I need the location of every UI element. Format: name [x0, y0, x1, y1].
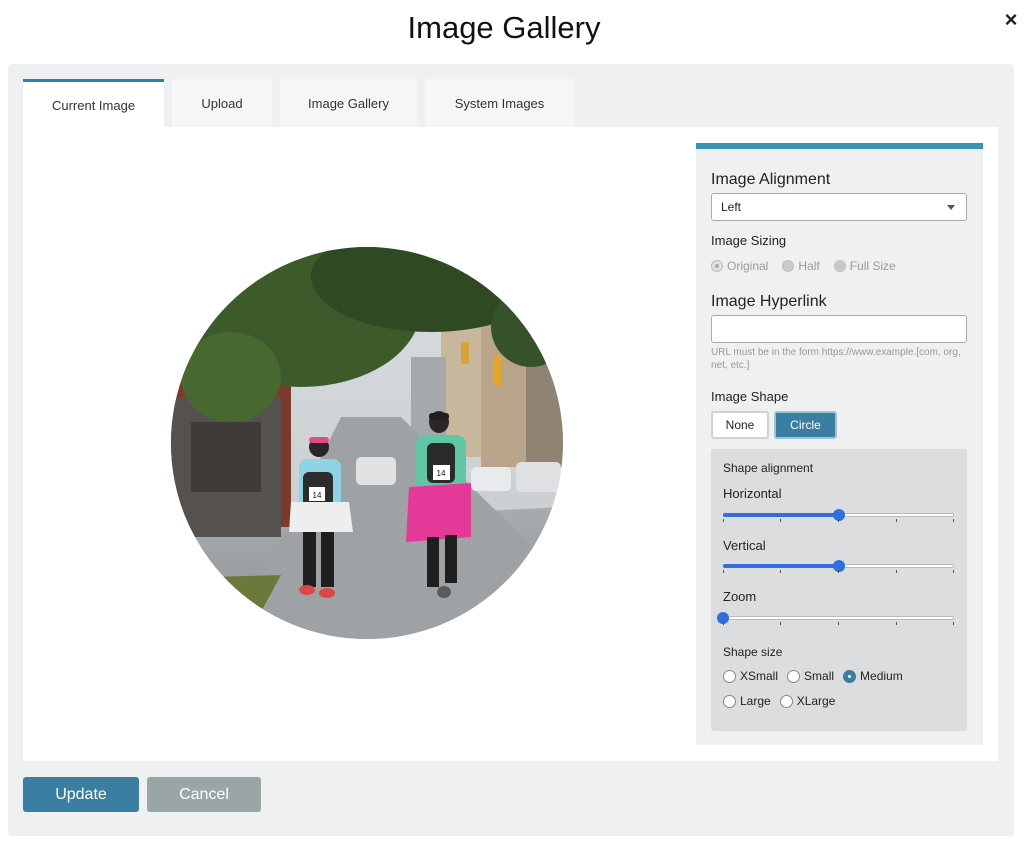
chevron-down-icon: [947, 205, 955, 210]
size-small-option[interactable]: Small: [787, 669, 834, 683]
slider-track: [723, 616, 954, 620]
update-button[interactable]: Update: [23, 777, 139, 812]
image-sizing-options: Original Half Full Size: [711, 259, 910, 273]
sizing-full-size-option[interactable]: Full Size: [833, 259, 896, 273]
tab-label: Upload: [201, 95, 243, 111]
svg-text:14: 14: [313, 491, 322, 500]
shape-size-label: Shape size: [723, 645, 783, 659]
shape-circle-button[interactable]: Circle: [774, 411, 837, 439]
sizing-original-label: Original: [727, 259, 769, 273]
shape-size-row-1: XSmall Small Medium: [723, 669, 912, 683]
horizontal-label: Horizontal: [723, 486, 782, 501]
image-alignment-select[interactable]: Left: [711, 193, 967, 221]
slider-fill: [723, 513, 839, 517]
tab-label: System Images: [454, 95, 545, 111]
shape-none-button[interactable]: None: [711, 411, 769, 439]
close-icon[interactable]: ×: [1000, 8, 1022, 32]
image-alignment-label: Image Alignment: [711, 171, 831, 188]
tab-upload[interactable]: Upload: [172, 79, 272, 127]
hyperlink-help-text: URL must be in the form https://www.exam…: [711, 347, 961, 371]
runners-photo: 14 14: [171, 247, 563, 639]
image-shape-label: Image Shape: [711, 389, 789, 404]
radio-icon: [782, 260, 795, 272]
image-preview: 14 14: [171, 247, 563, 639]
radio-icon: [723, 669, 736, 683]
vertical-label: Vertical: [723, 538, 766, 553]
zoom-ticks: [723, 622, 954, 626]
tab-current-image[interactable]: Current Image: [23, 79, 164, 128]
radio-icon: [711, 260, 723, 272]
radio-icon: [723, 694, 736, 708]
shape-options-box: Shape alignment Horizontal Vertical Zoom: [711, 449, 967, 731]
sizing-half-option[interactable]: Half: [782, 259, 820, 273]
size-xlarge-option[interactable]: XLarge: [779, 694, 836, 708]
image-sizing-label: Image Sizing: [711, 233, 787, 248]
size-xsmall-option[interactable]: XSmall: [723, 669, 778, 683]
size-large-option[interactable]: Large: [723, 694, 771, 708]
radio-icon: [779, 694, 793, 708]
size-xsmall-label: XSmall: [740, 669, 779, 683]
image-alignment-value: Left: [721, 200, 742, 214]
zoom-label: Zoom: [723, 589, 757, 604]
cancel-button[interactable]: Cancel: [147, 777, 261, 812]
image-hyperlink-input[interactable]: [711, 315, 967, 343]
size-xlarge-label: XLarge: [796, 694, 836, 708]
sizing-half-label: Half: [798, 259, 820, 273]
size-small-label: Small: [804, 669, 835, 683]
current-image-panel: 14 14 Image Alignment Left Image Sizing …: [23, 127, 998, 761]
tab-system-images[interactable]: System Images: [425, 79, 574, 127]
dialog-body: Current Image Upload Image Gallery Syste…: [8, 64, 1014, 836]
radio-selected-icon: [843, 669, 857, 683]
size-medium-option[interactable]: Medium: [843, 669, 903, 683]
horizontal-ticks: [723, 519, 954, 523]
size-medium-label: Medium: [860, 669, 903, 683]
shape-alignment-title: Shape alignment: [723, 461, 814, 475]
dialog-title: Image Gallery: [407, 10, 601, 45]
image-settings-sidebar: Image Alignment Left Image Sizing Origin…: [696, 143, 983, 745]
svg-text:14: 14: [437, 469, 446, 478]
slider-fill: [723, 564, 839, 568]
tab-label: Current Image: [51, 97, 136, 113]
size-large-label: Large: [740, 694, 771, 708]
radio-icon: [787, 669, 801, 683]
vertical-ticks: [723, 570, 954, 574]
tab-label: Image Gallery: [308, 95, 389, 111]
radio-icon: [833, 260, 846, 272]
sizing-original-option[interactable]: Original: [711, 259, 768, 273]
sizing-full-size-label: Full Size: [849, 259, 896, 273]
shape-size-row-2: Large XLarge: [723, 694, 844, 708]
image-hyperlink-label: Image Hyperlink: [711, 293, 827, 310]
tab-image-gallery[interactable]: Image Gallery: [280, 79, 417, 127]
